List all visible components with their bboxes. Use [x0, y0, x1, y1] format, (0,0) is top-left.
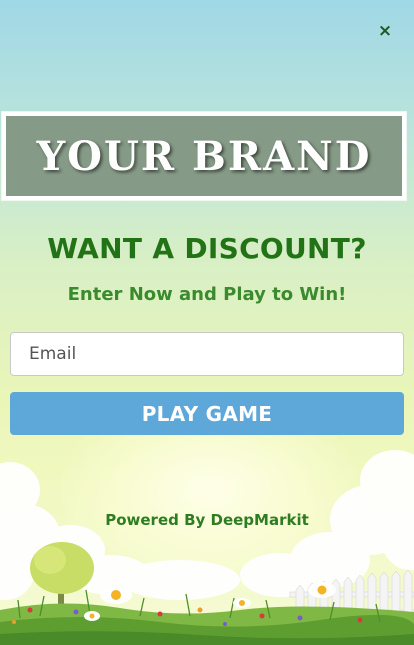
meadow-scenery: [0, 450, 414, 645]
play-game-button[interactable]: PLAY GAME: [10, 392, 404, 435]
brand-name: YOUR BRAND: [36, 132, 372, 180]
email-field[interactable]: [10, 332, 404, 376]
brand-logo-box: YOUR BRAND: [2, 112, 406, 200]
tree: [30, 542, 94, 610]
discount-popup: × YOUR BRAND WANT A DISCOUNT? Enter Now …: [0, 0, 414, 645]
close-icon[interactable]: ×: [374, 20, 396, 42]
subheadline: Enter Now and Play to Win!: [67, 284, 347, 305]
daisy: [308, 582, 336, 598]
headline: WANT A DISCOUNT?: [47, 232, 367, 265]
powered-by-text: Powered By DeepMarkit: [105, 511, 309, 529]
daisy: [233, 598, 251, 608]
daisy: [84, 611, 100, 621]
daisy: [100, 586, 132, 604]
